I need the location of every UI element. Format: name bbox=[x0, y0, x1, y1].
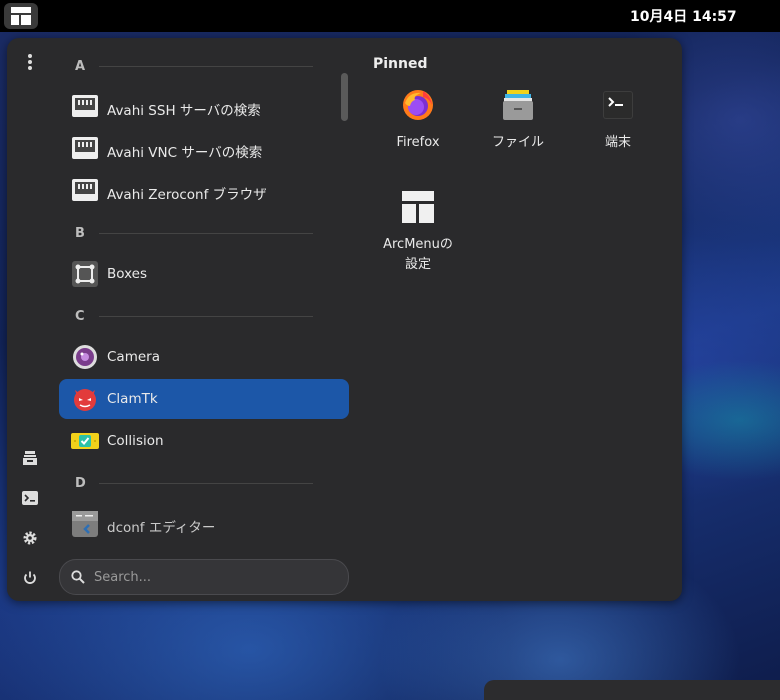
pinned-label-line2: 設定 bbox=[404, 257, 431, 272]
app-label: Boxes bbox=[107, 266, 148, 282]
section-divider bbox=[99, 316, 313, 317]
boxes-icon bbox=[72, 261, 98, 287]
section-divider bbox=[99, 66, 313, 67]
scrollbar[interactable] bbox=[341, 73, 348, 121]
arcmenu-icon bbox=[402, 191, 434, 223]
pinned-label: ArcMenuの 設定 bbox=[368, 235, 468, 275]
pinned-files[interactable]: ファイル bbox=[468, 88, 568, 153]
search-icon bbox=[71, 570, 85, 584]
section-divider bbox=[99, 483, 313, 484]
terminal-icon bbox=[603, 91, 633, 119]
clock[interactable]: 10月4日 14:57 bbox=[630, 6, 737, 26]
app-label: ClamTk bbox=[107, 391, 158, 407]
app-label: Avahi SSH サーバの検索 bbox=[107, 103, 261, 119]
network-icon bbox=[72, 137, 98, 159]
camera-icon bbox=[73, 345, 97, 369]
terminal-icon[interactable] bbox=[21, 489, 39, 507]
collision-icon bbox=[71, 433, 99, 449]
files-icon bbox=[503, 90, 533, 120]
pinned-title: Pinned bbox=[373, 56, 428, 72]
clamtk-icon bbox=[74, 389, 96, 411]
app-boxes[interactable]: Boxes bbox=[59, 254, 349, 294]
power-icon[interactable] bbox=[21, 569, 39, 587]
pinned-arcmenu-settings[interactable]: ArcMenuの 設定 bbox=[368, 190, 468, 275]
section-letter: B bbox=[75, 226, 85, 241]
pinned-firefox[interactable]: Firefox bbox=[368, 88, 468, 153]
dconf-icon bbox=[72, 511, 98, 537]
settings-icon[interactable] bbox=[21, 529, 39, 547]
app-avahi-vnc[interactable]: Avahi VNC サーバの検索 bbox=[59, 129, 349, 169]
pinned-terminal[interactable]: 端末 bbox=[568, 88, 668, 153]
app-label: Camera bbox=[107, 349, 160, 365]
app-clamtk[interactable]: ClamTk bbox=[59, 379, 349, 419]
arcmenu-icon bbox=[11, 7, 31, 25]
app-collision[interactable]: Collision bbox=[59, 421, 349, 461]
pinned-label: ファイル bbox=[491, 135, 544, 150]
app-camera[interactable]: Camera bbox=[59, 337, 349, 377]
more-options-icon[interactable] bbox=[21, 53, 39, 71]
app-label: Avahi VNC サーバの検索 bbox=[107, 145, 263, 161]
section-letter: C bbox=[75, 309, 85, 324]
section-letter: A bbox=[75, 59, 86, 74]
background-panel bbox=[484, 680, 780, 700]
search-placeholder: Search... bbox=[94, 570, 152, 585]
app-menu: A Avahi SSH サーバの検索 Avahi VNC サーバの検索 Avah… bbox=[7, 38, 682, 601]
network-icon bbox=[72, 95, 98, 117]
app-label: dconf エディター bbox=[107, 520, 216, 536]
pinned-label-line1: ArcMenuの bbox=[383, 237, 453, 252]
app-label: Avahi Zeroconf ブラウザ bbox=[107, 187, 267, 203]
files-icon[interactable] bbox=[21, 449, 39, 467]
section-divider bbox=[99, 233, 313, 234]
app-label: Collision bbox=[107, 433, 164, 449]
network-icon bbox=[72, 179, 98, 201]
app-dconf-editor[interactable]: dconf エディター bbox=[59, 504, 349, 544]
pinned-label: Firefox bbox=[396, 135, 440, 150]
app-avahi-zeroconf[interactable]: Avahi Zeroconf ブラウザ bbox=[59, 171, 349, 211]
top-bar: 10月4日 14:57 bbox=[0, 0, 780, 32]
section-letter: D bbox=[75, 476, 86, 491]
app-avahi-ssh[interactable]: Avahi SSH サーバの検索 bbox=[59, 87, 349, 127]
pinned-label: 端末 bbox=[604, 135, 631, 150]
firefox-icon bbox=[403, 90, 433, 120]
activities-button[interactable] bbox=[4, 3, 38, 29]
search-input[interactable]: Search... bbox=[59, 559, 349, 595]
